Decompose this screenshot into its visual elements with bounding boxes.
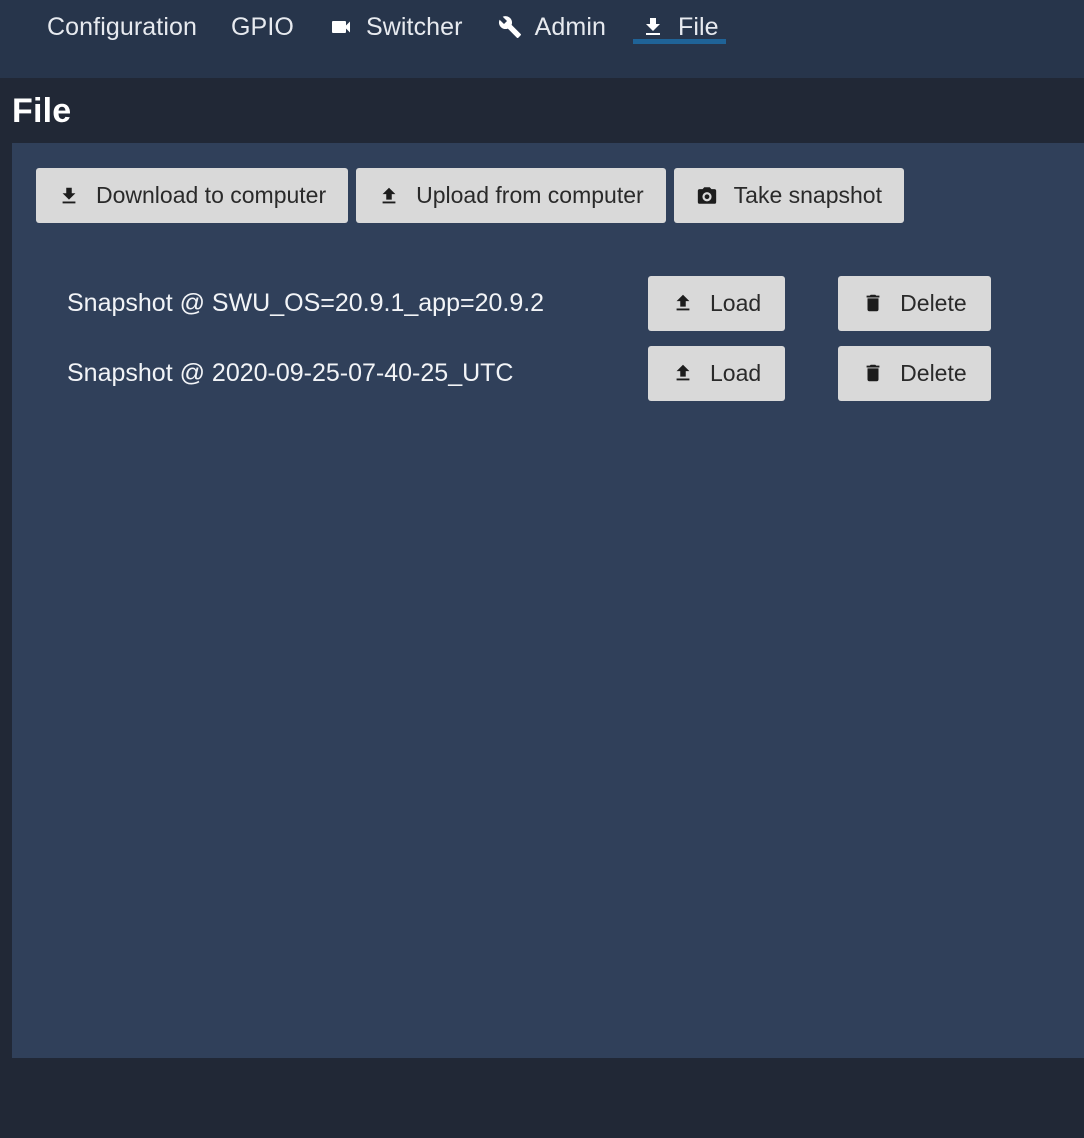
tab-switcher-label: Switcher — [365, 12, 463, 41]
tab-configuration-label: Configuration — [47, 12, 198, 41]
page-title: File — [12, 91, 72, 130]
tab-file-label: File — [677, 12, 719, 41]
download-to-computer-button[interactable]: Download to computer — [36, 168, 349, 223]
snapshot-row-actions: Load Delete — [648, 275, 991, 331]
snapshot-row: Snapshot @ 2020-09-25-07-40-25_UTC Load … — [36, 338, 1084, 408]
tab-admin[interactable]: Admin — [480, 0, 623, 66]
load-snapshot-button[interactable]: Load — [648, 345, 786, 401]
delete-snapshot-label: Delete — [900, 359, 967, 386]
download-to-computer-label: Download to computer — [96, 182, 327, 208]
snapshot-row-actions: Load Delete — [648, 345, 991, 401]
videocam-icon — [328, 14, 354, 40]
take-snapshot-button[interactable]: Take snapshot — [673, 168, 904, 223]
snapshot-name: Snapshot @ 2020-09-25-07-40-25_UTC — [67, 358, 514, 387]
camera-icon — [696, 185, 718, 207]
load-snapshot-button[interactable]: Load — [648, 275, 786, 331]
wrench-icon — [497, 14, 523, 40]
delete-snapshot-button[interactable]: Delete — [838, 275, 991, 331]
tab-admin-label: Admin — [534, 12, 606, 41]
delete-snapshot-button[interactable]: Delete — [838, 345, 991, 401]
trash-icon — [862, 362, 884, 384]
load-snapshot-label: Load — [710, 359, 762, 386]
tab-configuration[interactable]: Configuration — [30, 0, 214, 66]
upload-icon — [672, 292, 694, 314]
tab-gpio-label: GPIO — [231, 12, 294, 41]
file-action-toolbar: Download to computer Upload from compute… — [12, 143, 1084, 223]
download-icon — [640, 14, 666, 40]
upload-from-computer-button[interactable]: Upload from computer — [356, 168, 666, 223]
page-title-band: File — [0, 78, 1084, 143]
snapshot-row: Snapshot @ SWU_OS=20.9.1_app=20.9.2 Load… — [36, 268, 1084, 338]
upload-icon — [672, 362, 694, 384]
top-navigation-bar: Configuration GPIO Switcher Admin File — [0, 0, 1084, 78]
file-content-panel: Download to computer Upload from compute… — [12, 143, 1084, 1058]
tab-file[interactable]: File — [623, 0, 736, 66]
upload-icon — [378, 185, 400, 207]
upload-from-computer-label: Upload from computer — [416, 182, 644, 208]
snapshot-name: Snapshot @ SWU_OS=20.9.1_app=20.9.2 — [67, 288, 545, 317]
take-snapshot-label: Take snapshot — [733, 182, 882, 208]
tab-gpio[interactable]: GPIO — [214, 0, 311, 66]
snapshot-list: Snapshot @ SWU_OS=20.9.1_app=20.9.2 Load… — [12, 268, 1084, 408]
load-snapshot-label: Load — [710, 289, 762, 316]
delete-snapshot-label: Delete — [900, 289, 967, 316]
download-icon — [58, 185, 80, 207]
tab-switcher[interactable]: Switcher — [311, 0, 480, 66]
active-tab-indicator — [632, 39, 726, 44]
trash-icon — [862, 292, 884, 314]
